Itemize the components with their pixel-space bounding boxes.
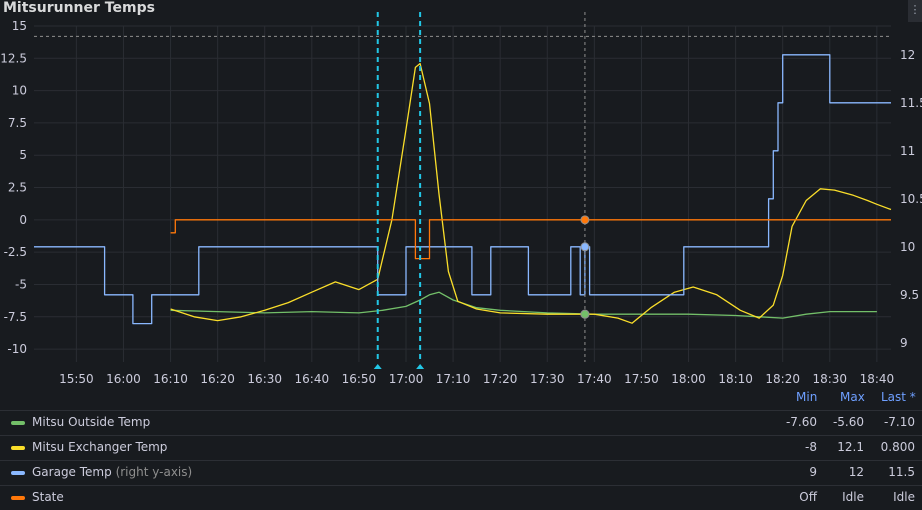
x-tick-label: 16:20 — [200, 372, 235, 386]
y-left-tick-label: -5 — [15, 277, 27, 291]
y-left-tick-label: 15 — [12, 19, 27, 33]
legend-swatch — [11, 471, 25, 475]
y-left-tick-label: -7.5 — [4, 310, 27, 324]
chart-grid — [34, 25, 891, 362]
legend-row-state[interactable]: State Off Idle Idle — [0, 485, 922, 510]
series-line-mitsu-outside-temp — [170, 291, 877, 319]
legend-last: 0.800 — [880, 440, 915, 454]
cursor-marker — [580, 215, 590, 225]
annotation-marker — [416, 364, 425, 369]
legend-series-name: State — [32, 490, 64, 504]
legend-series-label: Garage Temp — [32, 465, 112, 479]
legend-row-garage[interactable]: Garage Temp (right y-axis) 9 12 11.5 — [0, 460, 922, 485]
y-right-tick-label: 11.5 — [900, 96, 922, 110]
y-left-tick-label: 5 — [19, 148, 27, 162]
legend-last: -7.10 — [883, 415, 915, 429]
legend-row-exchanger[interactable]: Mitsu Exchanger Temp -8 12.1 0.800 — [0, 435, 922, 460]
x-tick-label: 18:00 — [671, 372, 706, 386]
x-axis: 15:50 16:00 16:10 16:20 16:30 16:40 16:50 17:00… — [59, 372, 894, 386]
legend-header-max[interactable]: Max — [840, 390, 865, 404]
y-right-tick-label: 10 — [900, 240, 915, 254]
y-left-tick-label: 12.5 — [0, 51, 27, 65]
series-line-garage-temp — [34, 54, 891, 325]
x-tick-label: 16:50 — [342, 372, 377, 386]
x-tick-label: 17:00 — [389, 372, 424, 386]
legend-header-last[interactable]: Last * — [881, 390, 916, 404]
annotation-marker — [373, 364, 382, 369]
y-left-tick-label: -10 — [7, 342, 27, 356]
legend-header: Min Max Last * — [0, 388, 922, 410]
right-y-axis: 12 11.5 11 10.5 10 9.5 9 — [900, 48, 922, 350]
legend-table: Min Max Last * Mitsu Outside Temp -7.60 … — [0, 388, 922, 510]
y-right-tick-label: 9 — [900, 336, 908, 350]
y-right-tick-label: 10.5 — [900, 192, 922, 206]
y-right-tick-label: 11 — [900, 144, 915, 158]
x-tick-label: 17:10 — [436, 372, 471, 386]
y-left-tick-label: 7.5 — [8, 116, 27, 130]
x-tick-label: 18:30 — [812, 372, 847, 386]
annotation-layer — [373, 12, 586, 369]
legend-series-name: Garage Temp (right y-axis) — [32, 465, 192, 479]
x-tick-label: 18:20 — [765, 372, 800, 386]
legend-swatch — [11, 446, 25, 450]
y-left-tick-label: 10 — [12, 84, 27, 98]
series-layer — [34, 54, 892, 325]
y-right-tick-label: 9.5 — [900, 288, 919, 302]
y-right-tick-label: 12 — [900, 48, 915, 62]
x-tick-label: 16:00 — [106, 372, 141, 386]
legend-swatch — [11, 421, 25, 425]
x-tick-label: 15:50 — [59, 372, 94, 386]
x-tick-label: 17:30 — [530, 372, 565, 386]
x-tick-label: 17:50 — [624, 372, 659, 386]
legend-last: 11.5 — [888, 465, 915, 479]
legend-row-outside[interactable]: Mitsu Outside Temp -7.60 -5.60 -7.10 — [0, 410, 922, 435]
left-y-axis: 15 12.5 10 7.5 5 2.5 0 -2.5 -5 -7.5 -10 — [0, 19, 27, 356]
legend-series-name: Mitsu Outside Temp — [32, 415, 151, 429]
x-tick-label: 17:40 — [577, 372, 612, 386]
cursor-marker — [580, 242, 590, 252]
y-left-tick-label: 2.5 — [8, 181, 27, 195]
x-tick-label: 16:10 — [153, 372, 188, 386]
x-tick-label: 18:10 — [718, 372, 753, 386]
time-series-chart[interactable]: 15 12.5 10 7.5 5 2.5 0 -2.5 -5 -7.5 -10 12 11.5 11 10… — [0, 0, 922, 388]
legend-header-min[interactable]: Min — [796, 390, 817, 404]
y-left-tick-label: 0 — [19, 213, 27, 227]
x-tick-label: 16:30 — [247, 372, 282, 386]
legend-swatch — [11, 496, 25, 500]
legend-series-name: Mitsu Exchanger Temp — [32, 440, 168, 454]
legend-last: Idle — [893, 490, 915, 504]
x-tick-label: 18:40 — [860, 372, 895, 386]
x-tick-label: 17:20 — [483, 372, 518, 386]
y-left-tick-label: -2.5 — [4, 245, 27, 259]
x-tick-label: 16:40 — [295, 372, 330, 386]
legend-axis-note: (right y-axis) — [115, 465, 193, 479]
cursor-marker — [580, 309, 590, 319]
